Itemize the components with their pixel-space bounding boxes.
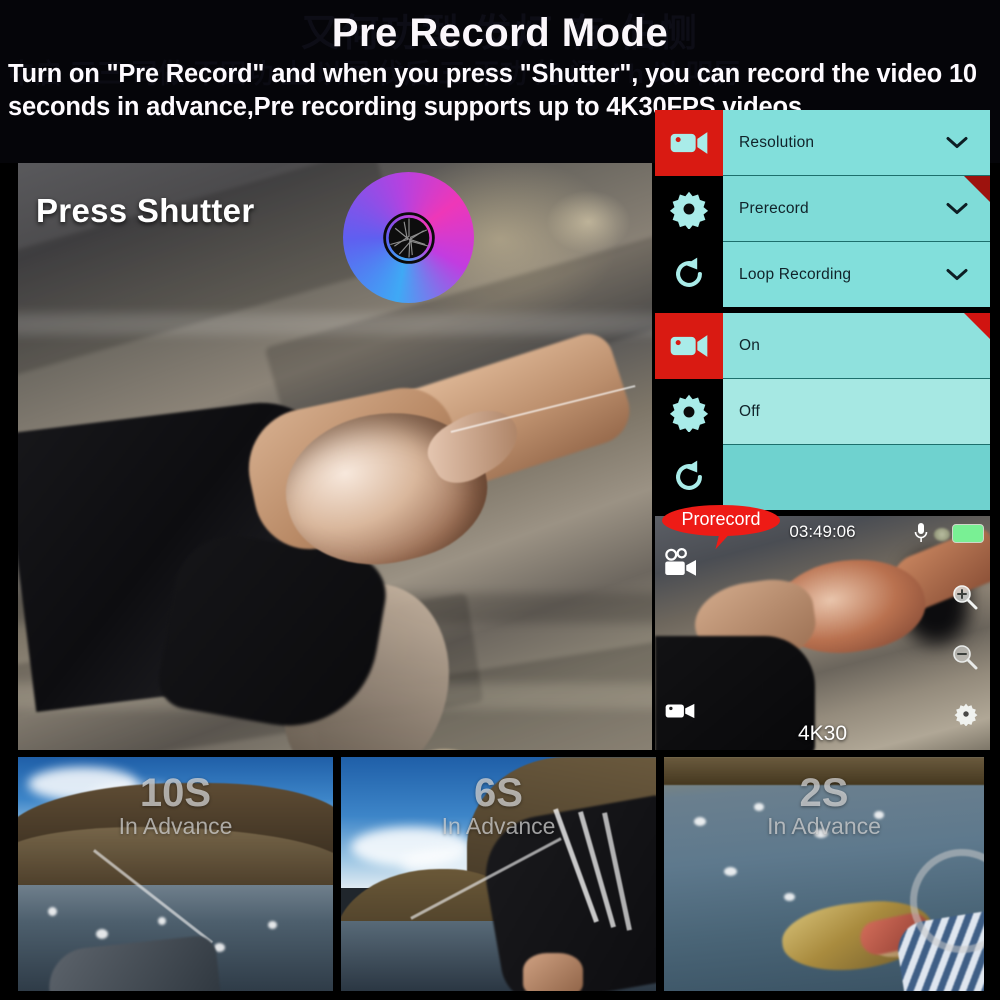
page-title: Pre Record Mode xyxy=(331,11,669,55)
battery-full-icon xyxy=(952,524,984,543)
option-row-on[interactable]: On xyxy=(723,313,990,379)
advance-frame-6s: 6S In Advance xyxy=(341,757,656,991)
gear-icon xyxy=(669,394,709,432)
settings-menu-panel[interactable]: Resolution Prerecord Loop Recording xyxy=(655,110,990,307)
advance-caption: In Advance xyxy=(118,813,233,839)
option-label: Off xyxy=(739,402,760,420)
advance-frame-2s: 2S In Advance xyxy=(664,757,984,991)
option-label: On xyxy=(739,336,761,354)
microphone-icon xyxy=(914,523,928,542)
rail-item-video[interactable] xyxy=(655,110,723,176)
prerecord-menu-rail xyxy=(655,313,723,510)
callout-label: Prorecord xyxy=(681,509,761,529)
advance-caption: In Advance xyxy=(767,813,881,839)
advance-frame-10s: 10S In Advance xyxy=(18,757,333,991)
video-camera-icon xyxy=(670,334,708,357)
selected-corner-marker xyxy=(964,176,990,202)
loop-arrow-icon xyxy=(676,460,702,491)
zoom-out-icon[interactable] xyxy=(952,644,978,670)
option-row-empty[interactable] xyxy=(723,445,990,510)
video-camera-icon xyxy=(670,131,708,154)
advance-caption: In Advance xyxy=(441,813,556,839)
rail-item-settings[interactable] xyxy=(655,176,723,242)
prorecord-callout: Prorecord xyxy=(662,505,780,553)
gear-icon xyxy=(669,191,709,229)
chevron-down-icon xyxy=(946,136,968,148)
menu-row-loop-recording[interactable]: Loop Recording xyxy=(723,242,990,307)
rail-item-settings[interactable] xyxy=(655,379,723,445)
option-row-off[interactable]: Off xyxy=(723,379,990,445)
camera-preview-panel: 03:49:06 4K30 xyxy=(655,516,990,750)
prerecord-camera-icon xyxy=(665,548,696,576)
menu-row-prerecord[interactable]: Prerecord xyxy=(723,176,990,242)
aperture-shutter-icon[interactable] xyxy=(383,212,435,264)
menu-row-resolution[interactable]: Resolution xyxy=(723,110,990,176)
status-lamp-icon xyxy=(934,528,950,541)
menu-row-label: Resolution xyxy=(739,133,815,151)
video-camera-icon xyxy=(665,703,695,719)
rail-item-video[interactable] xyxy=(655,313,723,379)
zoom-in-icon[interactable] xyxy=(952,584,978,610)
press-shutter-label: Press Shutter xyxy=(36,192,255,229)
resolution-badge: 4K30 xyxy=(797,722,848,745)
hand xyxy=(523,953,583,991)
selected-corner-marker xyxy=(964,313,990,339)
chevron-down-icon xyxy=(946,202,968,214)
advance-time-label: 10S xyxy=(139,771,212,815)
settings-menu-rows: Resolution Prerecord Loop Recording xyxy=(723,110,990,307)
rock-stripe xyxy=(18,313,652,335)
rail-item-loop[interactable] xyxy=(655,241,723,307)
advance-time-label: 2S xyxy=(799,771,849,815)
menu-row-label: Prerecord xyxy=(739,199,809,217)
hero-photo: Press Shutter xyxy=(18,163,652,750)
loop-arrow-icon xyxy=(676,257,702,288)
rail-item-loop[interactable] xyxy=(655,444,723,510)
menu-row-label: Loop Recording xyxy=(739,265,852,283)
prerecord-option-rows: On Off xyxy=(723,313,990,510)
prerecord-options-panel[interactable]: On Off xyxy=(655,313,990,510)
settings-menu-rail xyxy=(655,110,723,307)
chevron-down-icon xyxy=(946,268,968,280)
advance-time-label: 6S xyxy=(474,771,523,815)
